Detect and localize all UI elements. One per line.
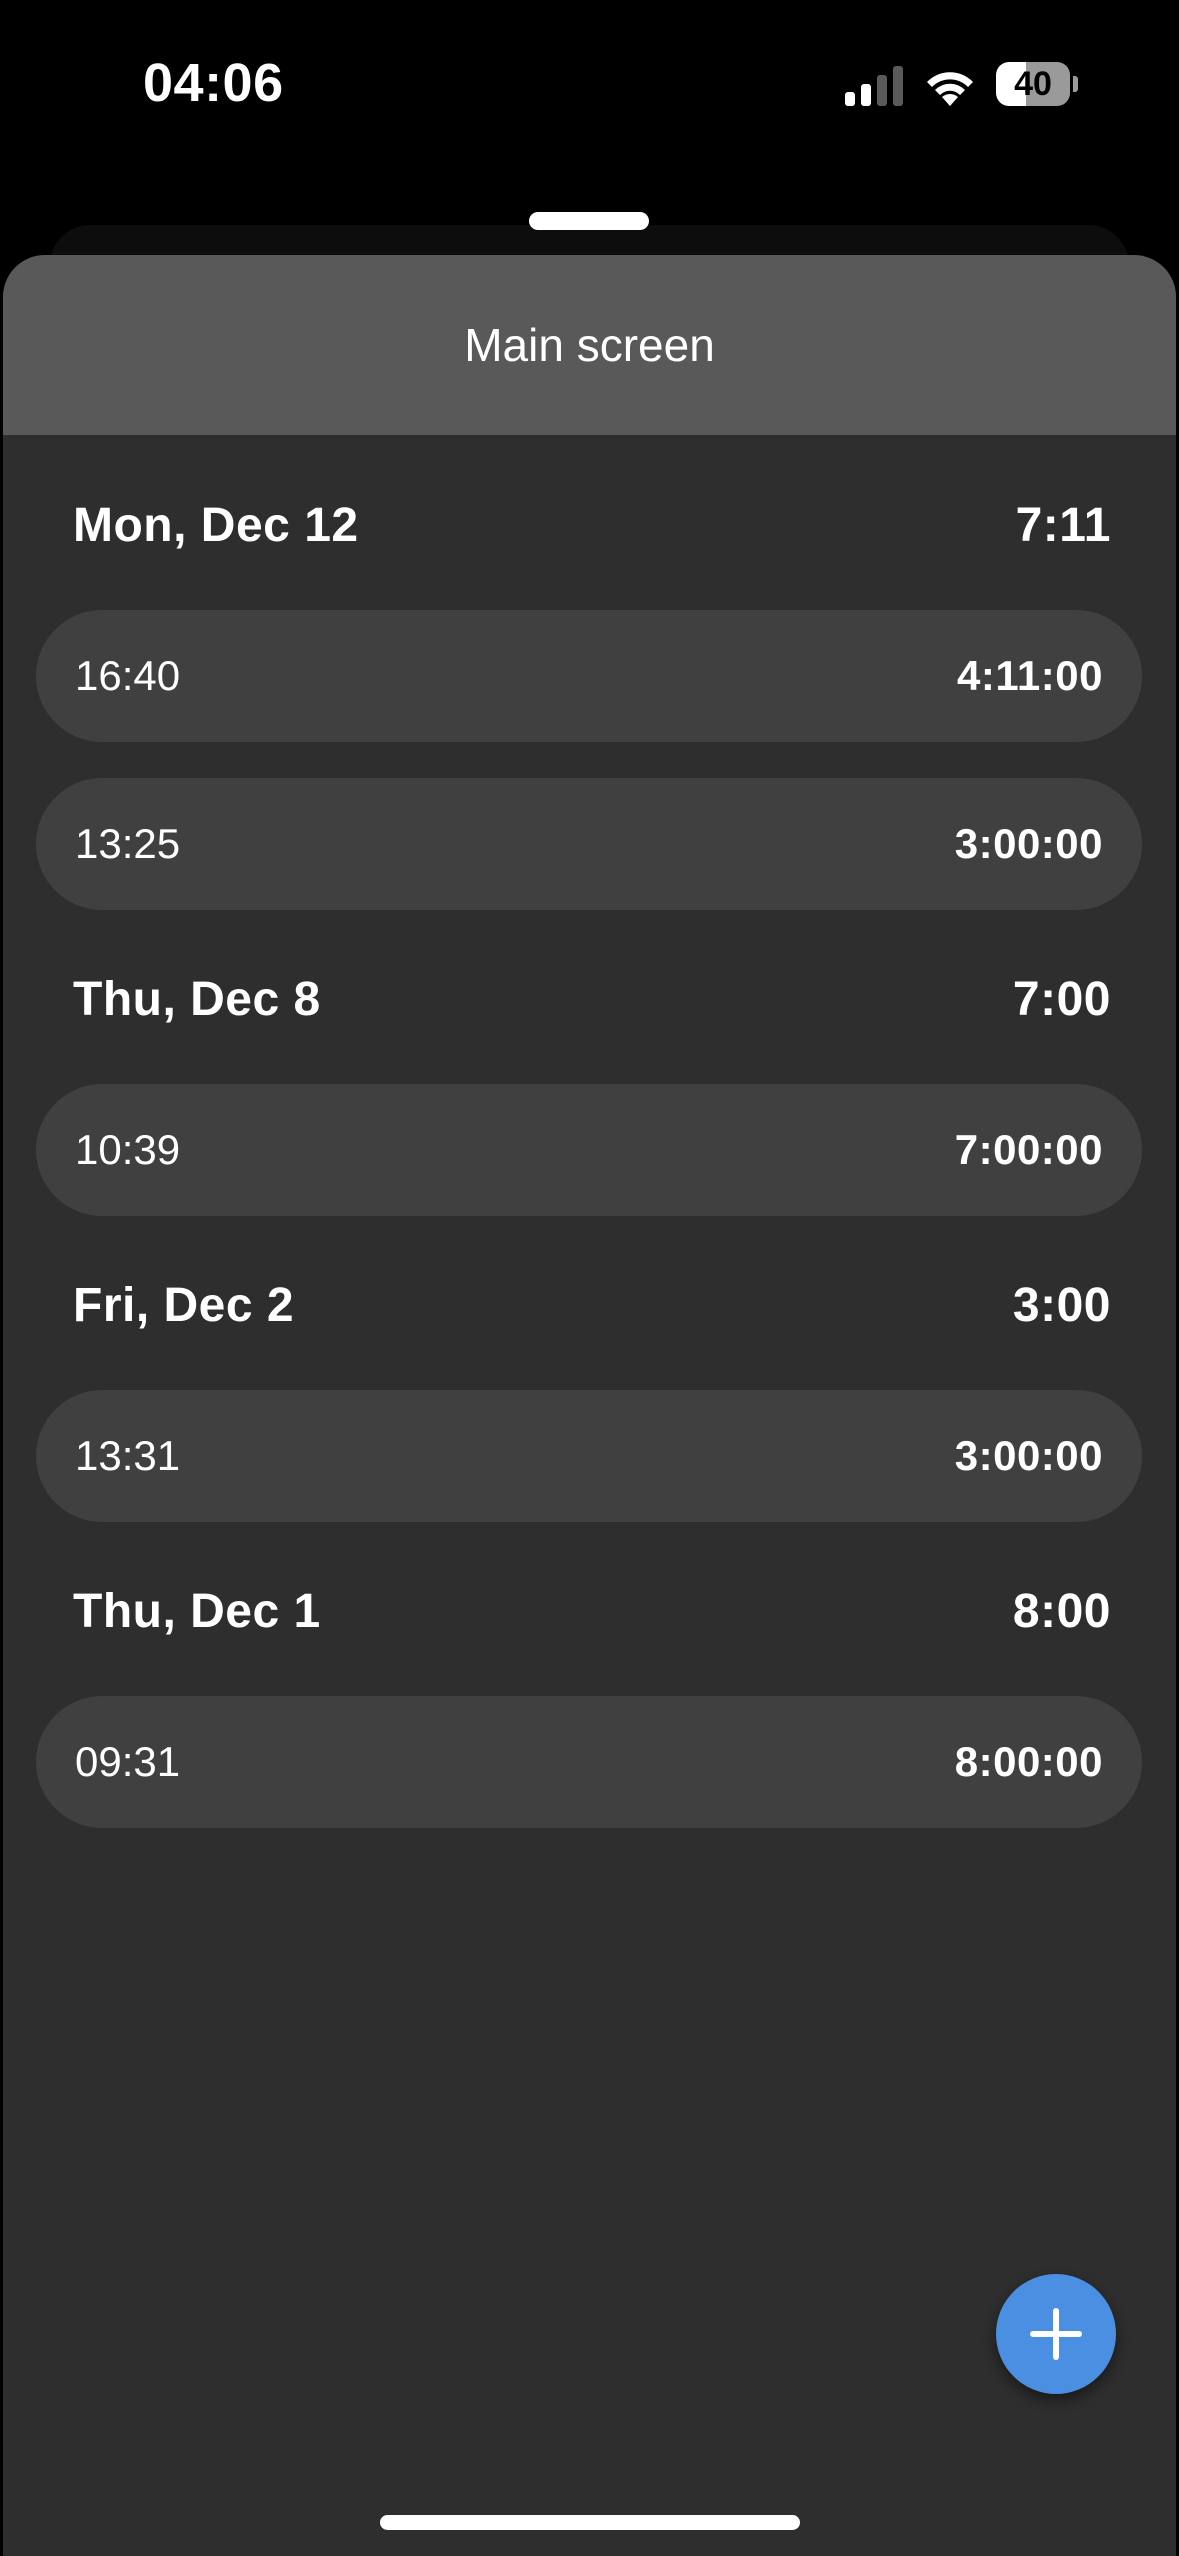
entry-duration: 3:00:00: [954, 820, 1103, 867]
battery-icon: 40: [996, 62, 1078, 106]
time-entry-row[interactable]: 16:40 4:11:00: [36, 610, 1142, 742]
entry-start-time: 10:39: [75, 1126, 181, 1173]
entry-start-time: 16:40: [75, 652, 181, 699]
entry-duration: 7:00:00: [954, 1126, 1103, 1173]
section-header: Thu, Dec 1 8:00: [73, 1577, 1111, 1647]
sheet-grabber[interactable]: [529, 212, 649, 230]
time-entry-row[interactable]: 13:25 3:00:00: [36, 778, 1142, 910]
section-date: Thu, Dec 8: [73, 973, 321, 1026]
time-entry-row[interactable]: 13:31 3:00:00: [36, 1390, 1142, 1522]
section-total: 8:00: [1012, 1585, 1111, 1638]
battery-level: 40: [1014, 65, 1052, 103]
wifi-icon: [927, 72, 973, 106]
status-time: 04:06: [143, 53, 284, 113]
entry-duration: 3:00:00: [954, 1432, 1103, 1479]
screen: 04:06 40 Main screen Mon, Dec 12 7:11 16…: [0, 0, 1179, 2556]
section-header: Mon, Dec 12 7:11: [73, 491, 1111, 561]
entry-duration: 8:00:00: [954, 1738, 1103, 1785]
add-entry-button[interactable]: [996, 2274, 1116, 2394]
section-total: 7:00: [1012, 973, 1111, 1026]
entry-start-time: 09:31: [75, 1738, 181, 1785]
modal-sheet: Main screen Mon, Dec 12 7:11 16:40 4:11:…: [3, 255, 1176, 2556]
section-date: Thu, Dec 1: [73, 1585, 321, 1638]
section-total: 7:11: [1015, 499, 1111, 552]
section-header: Thu, Dec 8 7:00: [73, 965, 1111, 1035]
cellular-signal-icon: [845, 66, 903, 106]
page-title: Main screen: [464, 319, 715, 371]
nav-bar: Main screen: [3, 255, 1176, 435]
section-total: 3:00: [1012, 1279, 1111, 1332]
entry-duration: 4:11:00: [957, 652, 1103, 699]
section-date: Fri, Dec 2: [73, 1279, 295, 1332]
status-bar: 04:06 40: [0, 0, 1179, 175]
entry-start-time: 13:25: [75, 820, 181, 867]
time-entry-row[interactable]: 09:31 8:00:00: [36, 1696, 1142, 1828]
battery-cap: [1073, 76, 1078, 92]
section-header: Fri, Dec 2 3:00: [73, 1271, 1111, 1341]
time-entry-row[interactable]: 10:39 7:00:00: [36, 1084, 1142, 1216]
entry-start-time: 13:31: [75, 1432, 181, 1479]
section-date: Mon, Dec 12: [73, 499, 359, 552]
plus-icon: [1030, 2308, 1082, 2360]
home-indicator: [380, 2515, 800, 2530]
battery-body: 40: [996, 62, 1070, 106]
